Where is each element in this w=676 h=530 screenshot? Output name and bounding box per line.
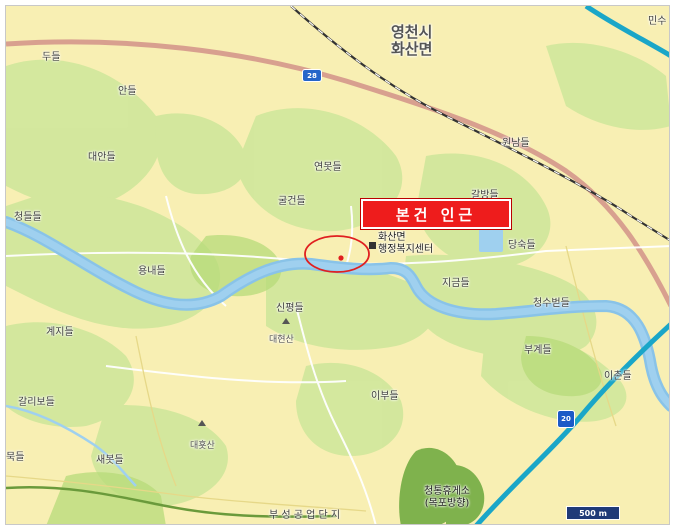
rest-area-name: 청통휴게소 [424, 486, 470, 497]
place-label: 대안들 [88, 152, 116, 163]
place-label: 청수벋들 [533, 298, 570, 309]
poi-office-line-1: 화산면 [378, 232, 406, 243]
admin-label-city-name: 영천시 [391, 23, 433, 41]
admin-label-city: 영천시 화산면 [391, 24, 432, 58]
place-label: 청들들 [14, 212, 42, 223]
map-view[interactable]: 영천시 화산면 두들 안들 대안들 연못들 굴건들 갈방들 당숙들 청들들 용내… [5, 5, 670, 525]
place-label: 용내들 [138, 266, 166, 277]
place-label: 이부들 [371, 391, 399, 402]
map-base-layer [6, 6, 669, 524]
place-label: 두들 [42, 52, 61, 63]
admin-label-district-name: 화산면 [391, 40, 433, 58]
expressway-shield-20: 20 [557, 410, 575, 428]
place-label: 원남들 [502, 138, 530, 149]
place-label: 계지들 [46, 327, 74, 338]
place-label: 새봇들 [96, 455, 124, 466]
poi-office-label: 화산면 행정복지센터 [378, 232, 433, 256]
place-label: 묵들 [6, 452, 25, 463]
rest-area-label: 청통휴게소 (목포방향) [424, 486, 470, 510]
place-label: 신평들 [276, 303, 304, 314]
industrial-complex-label: 부 성 공 업 단 지 [269, 510, 341, 521]
rest-area-direction: (목포방향) [424, 498, 470, 509]
place-label: 지금들 [442, 278, 470, 289]
place-label: 민수 [648, 16, 667, 27]
subject-callout: 본건 인근 [361, 199, 511, 229]
peak-label: 대현산 [269, 335, 294, 345]
route-shield-28: 28 [302, 69, 322, 82]
place-label: 갈리보들 [18, 397, 55, 408]
place-label: 당숙들 [508, 240, 536, 251]
scale-bar: 500 m [566, 506, 620, 520]
place-label: 안들 [118, 86, 137, 97]
place-label: 부계들 [524, 345, 552, 356]
peak-label: 대횻산 [190, 441, 215, 451]
place-label: 이촌들 [604, 371, 632, 382]
place-label: 굴건들 [278, 196, 306, 207]
poi-office-line-2: 행정복지센터 [378, 244, 434, 255]
place-label: 연못들 [314, 162, 342, 173]
